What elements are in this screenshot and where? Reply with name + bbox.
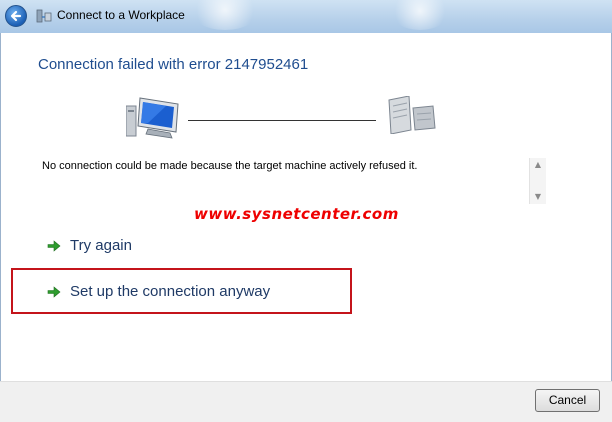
setup-anyway-link[interactable]: Set up the connection anyway — [47, 283, 270, 300]
green-arrow-icon — [47, 239, 61, 252]
connection-line — [188, 120, 376, 121]
dialog-footer — [0, 381, 612, 422]
try-again-label: Try again — [70, 237, 132, 254]
green-arrow-icon — [47, 285, 61, 298]
back-button[interactable] — [5, 5, 27, 27]
watermark-text: www.sysnetcenter.com — [194, 205, 399, 223]
computer-icon — [126, 97, 179, 139]
scroll-up-icon[interactable]: ▲ — [530, 158, 546, 172]
titlebar-glow — [190, 0, 260, 30]
try-again-link[interactable]: Try again — [47, 237, 132, 254]
message-scrollbar[interactable]: ▲ ▼ — [529, 158, 546, 204]
titlebar-glow — [390, 0, 450, 30]
back-arrow-icon — [10, 10, 22, 22]
window-title: Connect to a Workplace — [57, 8, 185, 22]
error-message: No connection could be made because the … — [42, 160, 418, 172]
cancel-button[interactable]: Cancel — [535, 389, 600, 412]
setup-anyway-label: Set up the connection anyway — [70, 283, 271, 300]
scroll-down-icon[interactable]: ▼ — [530, 190, 546, 204]
error-message-box: No connection could be made because the … — [36, 155, 546, 207]
title-bar: Connect to a Workplace — [0, 0, 612, 33]
error-heading: Connection failed with error 2147952461 — [38, 56, 309, 73]
network-connect-icon — [36, 9, 52, 23]
server-icon — [388, 96, 436, 134]
